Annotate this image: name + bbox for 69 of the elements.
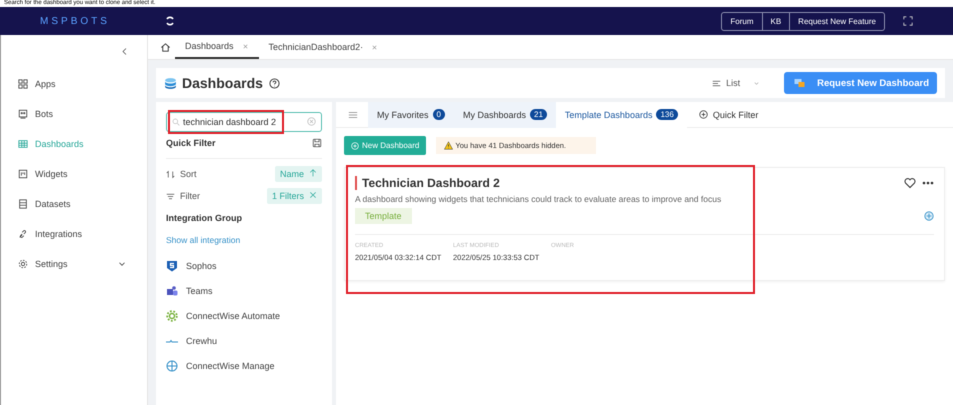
logo: MSPBOTS	[39, 16, 111, 26]
search-field[interactable]: technician dashboard 2	[166, 112, 322, 132]
count-badge: 21	[530, 109, 547, 120]
page-tab[interactable]: Dashboards	[175, 35, 259, 59]
chat-bubbles-icon	[792, 77, 808, 89]
link-icon	[18, 229, 28, 239]
section-title: Quick Filter	[166, 138, 216, 148]
quick-filter-button[interactable]: Quick Filter	[692, 108, 764, 120]
warning-icon	[444, 141, 454, 150]
close-icon	[371, 44, 378, 50]
sidebar-item[interactable]: Apps	[1, 69, 147, 99]
integration-item[interactable]: Sophos	[166, 253, 322, 278]
shield-icon	[166, 260, 178, 272]
save-icon	[312, 138, 322, 148]
table-icon	[18, 139, 28, 149]
help-icon	[268, 78, 280, 88]
people-icon	[166, 284, 178, 296]
row-label: Filter	[180, 191, 200, 201]
add-circle-icon	[351, 142, 359, 150]
nav-link[interactable]: KB	[762, 12, 790, 30]
list-icon	[712, 78, 722, 88]
sort-icon	[166, 170, 175, 178]
settings-icon	[18, 259, 28, 269]
filter-icon	[166, 192, 175, 200]
integration-item[interactable]: Teams	[166, 278, 322, 303]
sidebar-item[interactable]: Settings	[1, 249, 147, 279]
close-icon	[242, 42, 249, 50]
clear-icon	[307, 117, 316, 126]
row-label: Sort	[180, 169, 197, 179]
page-title: Dashboards	[182, 75, 263, 91]
home-icon	[160, 42, 171, 52]
database-icon	[164, 76, 177, 90]
globe-icon	[166, 360, 178, 372]
chevron-down-icon	[753, 80, 760, 86]
close-icon	[309, 191, 317, 199]
page-tab[interactable]: TechnicianDashboard2·	[258, 35, 388, 59]
section-title: Integration Group	[166, 212, 243, 225]
refresh-icon	[164, 15, 176, 27]
dashboard-tab[interactable]: My Dashboards 21	[454, 102, 556, 128]
heart-icon	[904, 177, 916, 189]
search-icon	[172, 118, 180, 126]
apps-icon	[18, 79, 28, 89]
menu-icon	[348, 110, 358, 120]
dashboard-tab[interactable]: My Favorites 0	[368, 102, 454, 128]
widget-icon	[18, 169, 28, 179]
count-badge: 0	[432, 109, 445, 120]
nav-link[interactable]: Forum	[722, 12, 762, 30]
integration-item[interactable]: Crewhu	[166, 328, 322, 353]
gear-icon	[166, 310, 178, 322]
card-description: A dashboard showing widgets that technicians could track to evaluate areas to improve and focus	[355, 194, 722, 204]
document-icon	[18, 199, 28, 209]
add-circle-icon	[698, 110, 708, 119]
sidebar-item[interactable]: Bots	[1, 99, 147, 129]
count-badge: 136	[656, 109, 678, 120]
nav-link[interactable]: Request New Feature	[789, 12, 884, 30]
integration-item[interactable]: ConnectWise Manage	[166, 353, 322, 378]
dashboard-card[interactable]	[344, 167, 945, 281]
sidebar-item[interactable]: Datasets	[1, 189, 147, 219]
arrow-up-icon	[309, 169, 317, 177]
robot-icon	[18, 109, 28, 119]
sidebar-item[interactable]: Integrations	[1, 219, 147, 249]
template-tag: Template	[355, 208, 412, 224]
add-circle-icon	[924, 211, 934, 221]
chevron-left-icon[interactable]	[120, 47, 129, 56]
view-dropdown[interactable]: List	[706, 77, 766, 89]
fullscreen-icon[interactable]	[903, 16, 913, 26]
integration-item[interactable]: ConnectWise Automate	[166, 303, 322, 328]
card-title: Technician Dashboard 2	[355, 176, 500, 190]
sidebar-item[interactable]: Widgets	[1, 159, 147, 189]
